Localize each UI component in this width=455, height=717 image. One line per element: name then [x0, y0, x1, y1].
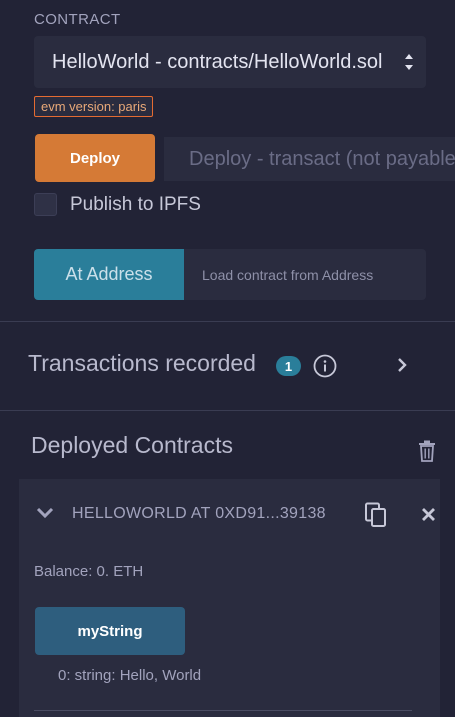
section-divider — [0, 410, 455, 411]
at-address-button[interactable]: At Address — [34, 249, 184, 300]
select-arrows-icon — [405, 54, 413, 70]
contract-section-label: CONTRACT — [34, 11, 121, 28]
contract-select-value: HelloWorld - contracts/HelloWorld.sol — [52, 50, 383, 73]
card-divider — [34, 710, 412, 711]
close-icon[interactable] — [421, 507, 436, 522]
load-address-input[interactable]: Load contract from Address — [184, 249, 426, 300]
deployed-contract-name[interactable]: HELLOWORLD AT 0XD91...39138 — [72, 505, 326, 523]
mystring-function-button[interactable]: myString — [35, 607, 185, 655]
contract-select[interactable]: HelloWorld - contracts/HelloWorld.sol — [34, 36, 426, 88]
info-icon[interactable] — [313, 354, 337, 378]
deploy-args-input[interactable]: Deploy - transact (not payable) — [164, 137, 455, 181]
contract-balance: Balance: 0. ETH — [34, 563, 144, 580]
chevron-right-icon[interactable] — [396, 357, 408, 373]
evm-version-badge: evm version: paris — [34, 96, 154, 117]
transactions-count-badge: 1 — [276, 356, 301, 376]
copy-icon[interactable] — [364, 502, 388, 528]
section-divider — [0, 321, 455, 322]
deployed-contracts-title: Deployed Contracts — [31, 432, 233, 458]
deploy-button[interactable]: Deploy — [35, 134, 155, 182]
publish-ipfs-label: Publish to IPFS — [70, 194, 201, 215]
publish-ipfs-checkbox[interactable] — [34, 193, 57, 216]
transactions-recorded-title[interactable]: Transactions recorded — [28, 350, 256, 377]
chevron-down-icon[interactable] — [36, 506, 54, 520]
mystring-result: 0: string: Hello, World — [58, 667, 202, 684]
trash-icon[interactable] — [418, 440, 436, 462]
